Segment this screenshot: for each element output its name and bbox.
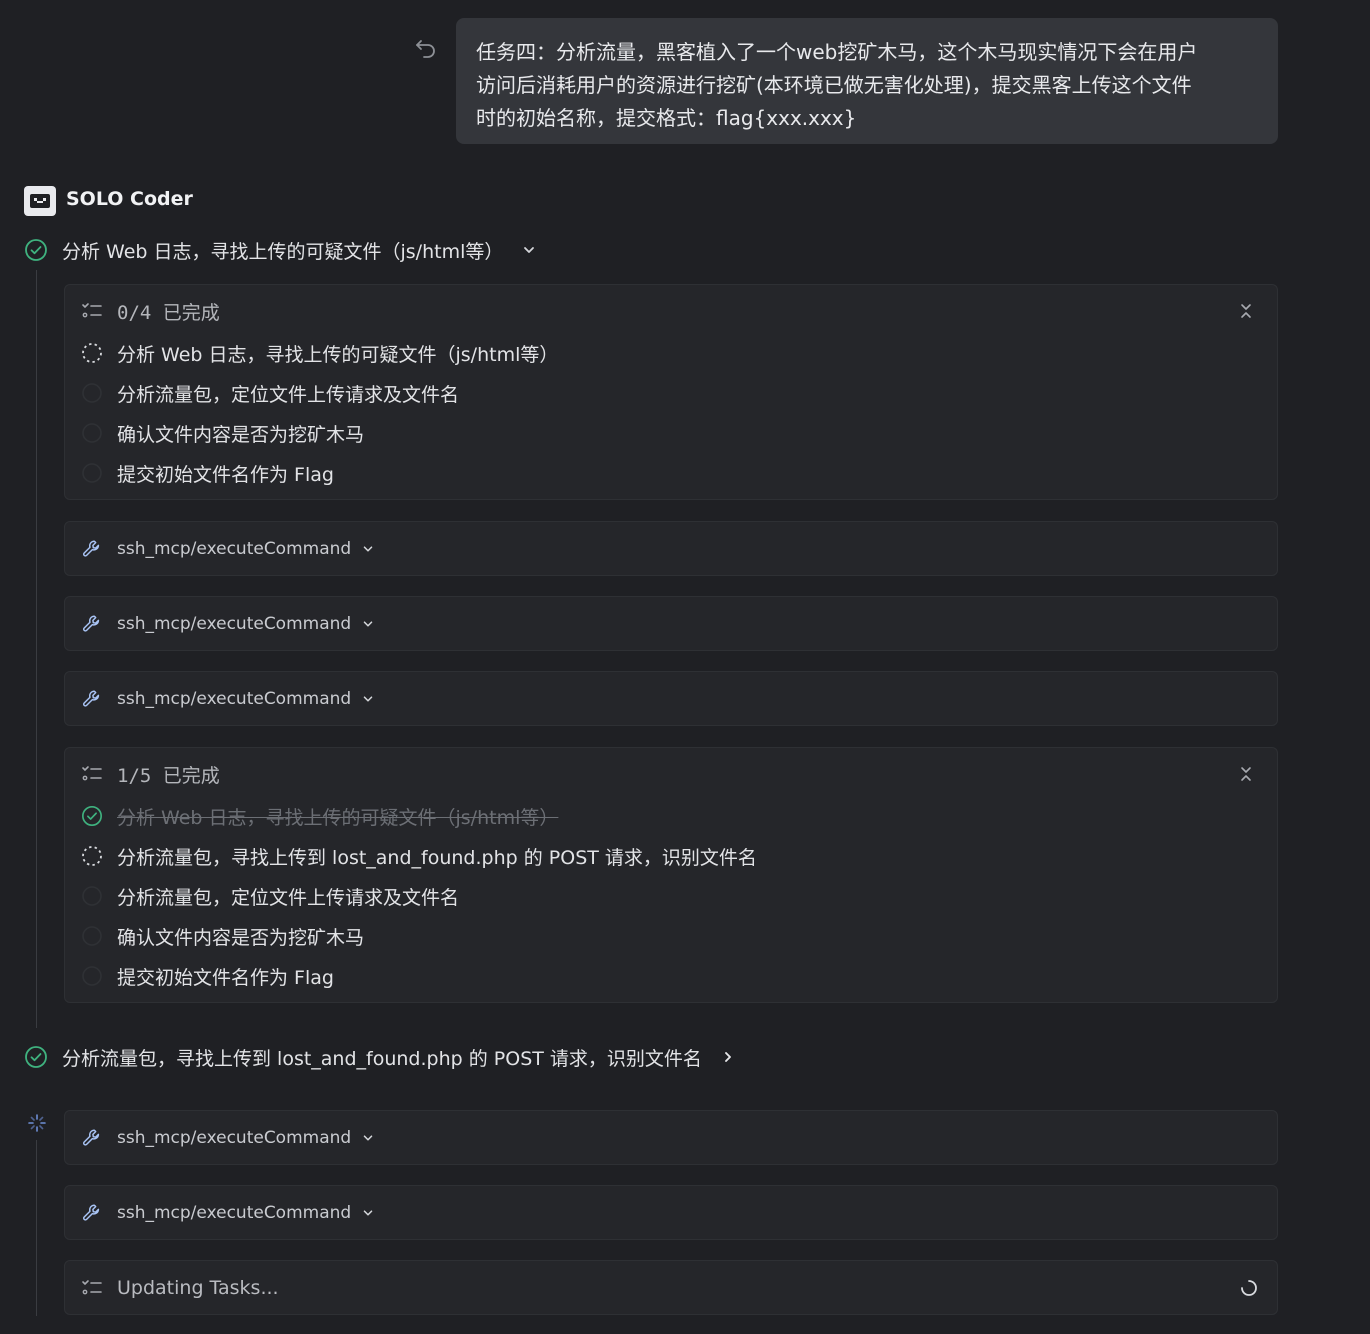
chevron-down-icon[interactable] — [361, 1206, 375, 1220]
todo-item-text: 分析 Web 日志，寻找上传的可疑文件（js/html等） — [117, 343, 559, 366]
user-message-line: 访问后消耗用户的资源进行挖矿(本环境已做无害化处理)，提交黑客上传这个文件 — [476, 73, 1192, 97]
wrench-icon — [81, 1202, 103, 1224]
updating-tasks-label: Updating Tasks... — [117, 1276, 279, 1299]
todo-progress-count: 1/5 已完成 — [117, 764, 220, 787]
tool-call-card[interactable]: ssh_mcp/executeCommand — [64, 1110, 1278, 1165]
todo-item-text: 分析 Web 日志，寻找上传的可疑文件（js/html等） — [117, 806, 559, 829]
in-progress-icon — [81, 845, 103, 867]
chevron-down-icon[interactable] — [521, 242, 537, 258]
todo-item: 分析 Web 日志，寻找上传的可疑文件（js/html等） — [81, 796, 1261, 836]
todo-list-card: 0/4 已完成 分析 Web 日志，寻找上传的可疑文件（js/html等） 分析… — [64, 284, 1278, 500]
check-circle-icon — [24, 1045, 48, 1069]
chevron-down-icon[interactable] — [361, 617, 375, 631]
wrench-icon — [81, 538, 103, 560]
chevron-down-icon[interactable] — [361, 1131, 375, 1145]
tool-call-label: ssh_mcp/executeCommand — [117, 1127, 352, 1148]
tool-call-card[interactable]: ssh_mcp/executeCommand — [64, 596, 1278, 651]
tool-call-label: ssh_mcp/executeCommand — [117, 688, 352, 709]
todo-item: 确认文件内容是否为挖矿木马 — [81, 413, 1261, 453]
tool-call-card[interactable]: ssh_mcp/executeCommand — [64, 671, 1278, 726]
pending-circle-icon — [81, 885, 103, 907]
step-title: 分析 Web 日志，寻找上传的可疑文件（js/html等） — [62, 240, 504, 263]
undo-icon[interactable] — [413, 36, 439, 60]
todo-item: 确认文件内容是否为挖矿木马 — [81, 916, 1261, 956]
todo-item-text: 提交初始文件名作为 Flag — [117, 463, 334, 486]
tool-call-label: ssh_mcp/executeCommand — [117, 1202, 352, 1223]
timeline-line — [36, 270, 37, 1028]
tool-call-label: ssh_mcp/executeCommand — [117, 538, 352, 559]
pending-circle-icon — [81, 382, 103, 404]
step-row-web-log[interactable]: 分析 Web 日志，寻找上传的可疑文件（js/html等） — [24, 236, 537, 264]
todo-item: 提交初始文件名作为 Flag — [81, 453, 1261, 493]
spinner-icon — [1241, 1279, 1257, 1296]
pending-circle-icon — [81, 925, 103, 947]
user-message-line: 任务四：分析流量，黑客植入了一个web挖矿木马，这个木马现实情况下会在用户 — [476, 40, 1198, 64]
pending-circle-icon — [81, 462, 103, 484]
collapse-icon[interactable] — [1237, 765, 1255, 783]
todo-list-card: 1/5 已完成 分析 Web 日志，寻找上传的可疑文件（js/html等） 分析… — [64, 747, 1278, 1003]
todo-item-text: 分析流量包，定位文件上传请求及文件名 — [117, 886, 460, 909]
user-message-bubble: 任务四：分析流量，黑客植入了一个web挖矿木马，这个木马现实情况下会在用户 访问… — [456, 18, 1278, 144]
todo-item: 分析流量包，寻找上传到 lost_and_found.php 的 POST 请求… — [81, 836, 1261, 876]
pending-circle-icon — [81, 422, 103, 444]
collapse-icon[interactable] — [1237, 302, 1255, 320]
todo-item-text: 提交初始文件名作为 Flag — [117, 966, 334, 989]
step-title: 分析流量包，寻找上传到 lost_and_found.php 的 POST 请求… — [62, 1047, 702, 1070]
todo-item-text: 分析流量包，寻找上传到 lost_and_found.php 的 POST 请求… — [117, 846, 757, 869]
user-message-line: 时的初始名称，提交格式：flag{xxx.xxx} — [476, 106, 857, 130]
check-circle-icon — [24, 238, 48, 262]
task-list-icon — [81, 301, 103, 321]
step-row-traffic-analysis[interactable]: 分析流量包，寻找上传到 lost_and_found.php 的 POST 请求… — [24, 1043, 736, 1071]
tool-call-card[interactable]: ssh_mcp/executeCommand — [64, 521, 1278, 576]
tool-call-label: ssh_mcp/executeCommand — [117, 613, 352, 634]
chevron-down-icon[interactable] — [361, 692, 375, 706]
todo-item-text: 确认文件内容是否为挖矿木马 — [117, 926, 365, 949]
pending-circle-icon — [81, 965, 103, 987]
todo-item: 分析 Web 日志，寻找上传的可疑文件（js/html等） — [81, 333, 1261, 373]
updating-tasks-card: Updating Tasks... — [64, 1260, 1278, 1315]
todo-item: 分析流量包，定位文件上传请求及文件名 — [81, 876, 1261, 916]
wrench-icon — [81, 613, 103, 635]
chevron-down-icon[interactable] — [361, 542, 375, 556]
todo-item-text: 确认文件内容是否为挖矿木马 — [117, 423, 365, 446]
todo-item: 分析流量包，定位文件上传请求及文件名 — [81, 373, 1261, 413]
chevron-right-icon[interactable] — [720, 1049, 736, 1065]
wrench-icon — [81, 688, 103, 710]
tool-call-card[interactable]: ssh_mcp/executeCommand — [64, 1185, 1278, 1240]
agent-name: SOLO Coder — [66, 188, 193, 210]
check-circle-icon — [81, 805, 103, 827]
in-progress-icon — [81, 342, 103, 364]
agent-avatar-icon — [24, 186, 56, 216]
todo-item-text: 分析流量包，定位文件上传请求及文件名 — [117, 383, 460, 406]
timeline-line — [36, 1140, 37, 1316]
todo-progress-count: 0/4 已完成 — [117, 301, 220, 324]
wrench-icon — [81, 1127, 103, 1149]
loading-sparkle-icon — [28, 1114, 46, 1132]
todo-item: 提交初始文件名作为 Flag — [81, 956, 1261, 996]
task-list-icon — [81, 1278, 103, 1298]
task-list-icon — [81, 764, 103, 784]
